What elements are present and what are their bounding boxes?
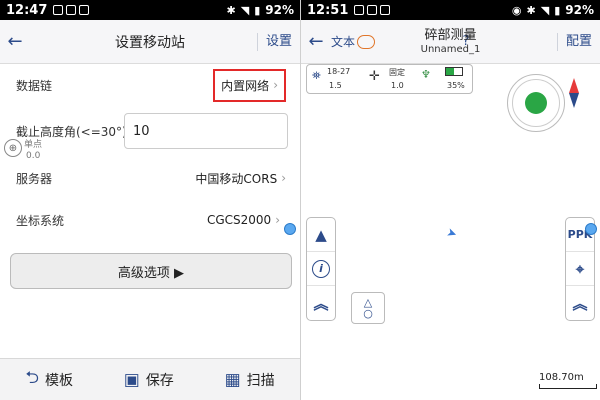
crosshair-icon: ✛ <box>369 69 380 84</box>
notification-icon <box>367 5 378 15</box>
datalink-value[interactable]: 内置网络 › <box>213 68 286 102</box>
blue-dot-icon <box>284 223 296 235</box>
point-label: 单点 <box>24 140 43 150</box>
coord-label: 坐标系统 <box>16 213 65 228</box>
status-time: 12:47 <box>6 2 48 18</box>
info-icon[interactable]: i <box>307 252 335 286</box>
survey-point-icon: △ ○ <box>363 296 373 320</box>
coord-row[interactable]: 坐标系统 CGCS2000 › <box>0 205 300 235</box>
battery-icon: ▮ <box>554 3 561 17</box>
wifi-icon: ◥ <box>240 3 250 17</box>
satellite-count: 18-27 <box>327 67 351 76</box>
app-bar: ← 设置移动站 设置 <box>0 20 300 64</box>
floating-handle[interactable] <box>284 223 298 253</box>
mute-icon: ◉ <box>511 3 522 17</box>
fix-sub: 1.0 <box>391 81 404 90</box>
point-widget[interactable]: ⊕ 单点 0.0 <box>0 133 46 165</box>
right-screen: 12:51 ◉ ✱ ◥ ▮ 92% ← 文本 碎部测量 Unnamed_1 ? … <box>300 0 600 400</box>
datalink-label: 数据链 <box>16 78 53 93</box>
save-button[interactable]: ▣ 保存 <box>124 370 174 390</box>
scale-bar: 108.70m <box>539 372 597 389</box>
chevron-right-icon: › <box>281 171 286 185</box>
satellite-sub: 1.5 <box>329 81 342 90</box>
template-button[interactable]: ⮌ 模板 <box>25 365 73 394</box>
notification-icon <box>66 5 77 15</box>
scale-value: 108.70m <box>539 372 584 383</box>
bluetooth-icon: ✱ <box>526 3 536 17</box>
chevron-right-icon: › <box>273 78 278 92</box>
bluetooth-icon: ✱ <box>226 3 236 17</box>
status-time: 12:51 <box>307 2 349 18</box>
receiver-icon: ♆ <box>421 68 431 81</box>
settings-button[interactable]: 设置 <box>256 32 300 51</box>
back-arrow-icon[interactable]: ← <box>0 31 30 52</box>
location-pin-icon[interactable]: ⌖ <box>566 252 594 286</box>
app-bar: ← 文本 碎部测量 Unnamed_1 ? 配置 <box>301 20 600 64</box>
satellite-icon: ⛯ <box>312 69 321 82</box>
notification-icon <box>380 5 391 15</box>
advanced-options-button[interactable]: 高级选项 ▶ <box>10 253 292 289</box>
server-label: 服务器 <box>16 171 53 186</box>
save-icon: ▣ <box>123 369 140 390</box>
collapse-up-icon[interactable]: ︽ <box>566 286 594 320</box>
navigation-arrow-icon[interactable]: ▲ <box>307 218 335 252</box>
coord-value: CGCS2000 <box>206 213 272 227</box>
notification-icon <box>79 5 90 15</box>
collapse-up-icon[interactable]: ︽ <box>307 286 335 320</box>
status-bar: 12:47 ✱ ◥ ▮ 92% <box>0 0 300 20</box>
scan-button[interactable]: ▦ 扫描 <box>225 370 275 390</box>
compass-icon[interactable] <box>569 78 579 108</box>
fix-status: 固定 <box>389 68 405 77</box>
chevron-right-icon: › <box>275 213 280 227</box>
point-value: 0.0 <box>26 151 41 161</box>
battery-percent: 92% <box>565 3 594 17</box>
notification-icon <box>53 5 64 15</box>
left-screen: 12:47 ✱ ◥ ▮ 92% ← 设置移动站 设置 数据链 内置网络 › 截止… <box>0 0 300 400</box>
text-button[interactable]: 文本 <box>331 33 376 50</box>
server-row[interactable]: 服务器 中国移动CORS › <box>0 163 300 193</box>
config-button[interactable]: 配置 <box>556 32 600 51</box>
location-target[interactable] <box>507 74 565 132</box>
qr-code-icon: ▦ <box>224 369 241 390</box>
gps-dot-icon <box>525 92 547 114</box>
battery-icon <box>445 67 463 76</box>
floating-handle[interactable] <box>585 223 599 253</box>
page-title: 设置移动站 <box>115 34 185 51</box>
server-value: 中国移动CORS <box>195 171 278 186</box>
gnss-status-panel[interactable]: ⛯ 18-27 1.5 ✛ 固定 1.0 ♆ 35% <box>306 64 473 94</box>
blue-dot-icon <box>585 223 597 235</box>
battery-icon: ▮ <box>254 3 261 17</box>
return-arrow-icon: ⮌ <box>25 368 39 388</box>
help-button[interactable]: ? <box>455 33 478 51</box>
back-arrow-icon[interactable]: ← <box>301 31 331 52</box>
battery-percent: 92% <box>265 3 294 17</box>
left-tool-column: ▲ i ︽ <box>306 217 336 321</box>
status-bar: 12:51 ◉ ✱ ◥ ▮ 92% <box>301 0 600 20</box>
wifi-icon: ◥ <box>540 3 550 17</box>
datalink-row[interactable]: 数据链 内置网络 › <box>0 66 300 104</box>
notification-icon <box>354 5 365 15</box>
code-icon <box>357 34 376 49</box>
cutoff-angle-input[interactable]: 10 <box>124 113 288 149</box>
device-battery: 35% <box>447 81 465 90</box>
crosshair-icon: ⊕ <box>4 139 22 157</box>
bottom-toolbar: ⮌ 模板 ▣ 保存 ▦ 扫描 <box>0 358 300 400</box>
survey-point-tool[interactable]: △ ○ <box>351 292 385 324</box>
